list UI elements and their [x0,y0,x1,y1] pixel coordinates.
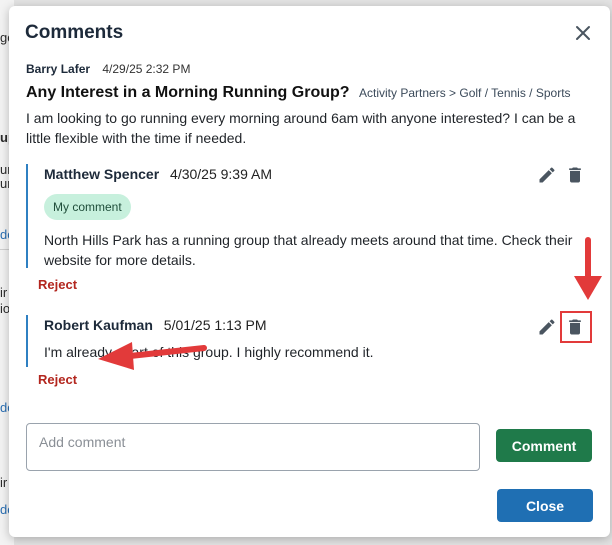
close-button[interactable]: Close [497,489,593,522]
post-author: Barry Lafer [26,62,91,76]
comment-timestamp: 4/30/25 9:39 AM [170,166,272,182]
annotation-highlight-box [560,311,592,343]
post-author-line: Barry Lafer 4/29/25 2:32 PM [26,62,190,76]
close-icon[interactable] [574,24,592,42]
comment-item: Robert Kaufman 5/01/25 1:13 PM I'm alrea… [26,315,584,367]
comments-modal: Comments Barry Lafer 4/29/25 2:32 PM Any… [9,6,610,537]
comment-timestamp: 5/01/25 1:13 PM [163,317,267,333]
comment-text: North Hills Park has a running group tha… [44,232,573,268]
add-comment-input[interactable] [26,423,480,471]
post-title: Any Interest in a Morning Running Group? [26,84,350,101]
comment-author: Matthew Spencer [44,166,160,182]
reject-button[interactable]: Reject [38,372,77,387]
pencil-icon[interactable] [537,165,557,185]
reject-button[interactable]: Reject [38,277,77,292]
trash-icon[interactable] [565,165,585,185]
post-timestamp: 4/29/25 2:32 PM [102,62,191,76]
comment-button[interactable]: Comment [496,429,592,462]
modal-title: Comments [25,22,124,43]
pencil-icon[interactable] [537,317,557,337]
comment-item: Matthew Spencer 4/30/25 9:39 AM My comme… [26,164,584,268]
post-category: Activity Partners > Golf / Tennis / Spor… [359,86,571,100]
comment-author: Robert Kaufman [44,317,153,333]
comment-text: I'm already apart of this group. I highl… [44,344,374,360]
bg-text: ir [0,285,8,300]
comment-header: Matthew Spencer 4/30/25 9:39 AM [44,164,584,182]
my-comment-badge: My comment [44,194,131,220]
post-body: I am looking to go running every morning… [26,110,576,146]
post-title-line: Any Interest in a Morning Running Group?… [26,84,571,102]
comment-header: Robert Kaufman 5/01/25 1:13 PM [44,315,584,333]
